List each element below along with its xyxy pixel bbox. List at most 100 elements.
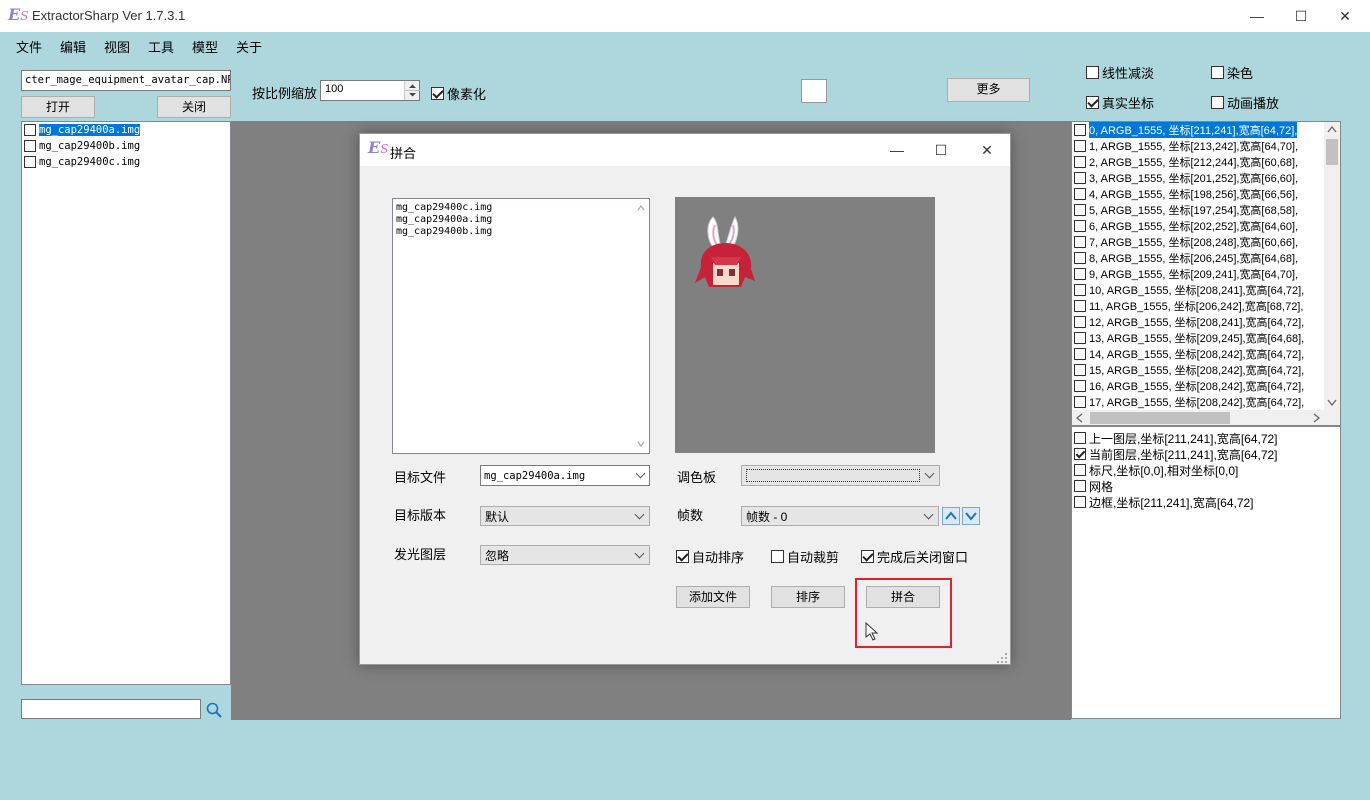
real-coords-option[interactable]: 真实坐标	[1086, 93, 1154, 112]
frame-list-hscroll[interactable]	[1072, 410, 1340, 425]
close-after-option[interactable]: 完成后关闭窗口	[861, 547, 968, 566]
close-after-checkbox[interactable]	[861, 550, 874, 563]
frame-checkbox[interactable]	[1074, 268, 1086, 280]
npk-path-field[interactable]: cter_mage_equipment_avatar_cap.NPK	[21, 70, 231, 91]
layer-checkbox[interactable]	[1074, 464, 1086, 476]
pixelate-option[interactable]: 像素化	[431, 84, 486, 103]
frame-checkbox[interactable]	[1074, 396, 1086, 408]
menu-view[interactable]: 视图	[104, 37, 130, 56]
dialog-minimize-button[interactable]: —	[874, 134, 920, 166]
frame-item[interactable]: 4, ARGB_1555, 坐标[198,256],宽高[66,56],	[1072, 186, 1324, 202]
frame-item[interactable]: 11, ARGB_1555, 坐标[206,242],宽高[68,72],	[1072, 298, 1324, 314]
animate-option[interactable]: 动画播放	[1211, 93, 1279, 112]
frame-item[interactable]: 15, ARGB_1555, 坐标[208,242],宽高[64,72],	[1072, 362, 1324, 378]
linear-fade-checkbox[interactable]	[1086, 66, 1099, 79]
auto-sort-checkbox[interactable]	[676, 550, 689, 563]
animate-checkbox[interactable]	[1211, 96, 1224, 109]
frame-item[interactable]: 17, ARGB_1555, 坐标[208,242],宽高[64,72],	[1072, 394, 1324, 410]
layer-item[interactable]: 网格	[1072, 478, 1340, 494]
merge-list-scrollbar[interactable]	[633, 199, 649, 453]
frame-item[interactable]: 7, ARGB_1555, 坐标[208,248],宽高[60,66],	[1072, 234, 1324, 250]
close-file-button[interactable]: 关闭	[157, 96, 231, 118]
frame-checkbox[interactable]	[1074, 252, 1086, 264]
scale-spinner[interactable]	[404, 81, 420, 100]
more-button[interactable]: 更多	[947, 78, 1030, 102]
glow-layer-select[interactable]: 忽略	[480, 545, 650, 565]
frame-checkbox[interactable]	[1074, 364, 1086, 376]
menu-model[interactable]: 模型	[192, 37, 218, 56]
frame-item[interactable]: 9, ARGB_1555, 坐标[209,241],宽高[64,70],	[1072, 266, 1324, 282]
menu-file[interactable]: 文件	[16, 37, 42, 56]
auto-sort-option[interactable]: 自动排序	[676, 547, 744, 566]
frame-checkbox[interactable]	[1074, 220, 1086, 232]
palette-select[interactable]	[741, 465, 940, 486]
layer-checkbox[interactable]	[1074, 496, 1086, 508]
frame-checkbox[interactable]	[1074, 188, 1086, 200]
close-window-button[interactable]: ✕	[1322, 0, 1368, 32]
frame-up-button[interactable]	[942, 507, 960, 525]
auto-crop-option[interactable]: 自动裁剪	[771, 547, 839, 566]
auto-crop-checkbox[interactable]	[771, 550, 784, 563]
color-swatch[interactable]	[801, 79, 827, 103]
frame-checkbox[interactable]	[1074, 348, 1086, 360]
frame-checkbox[interactable]	[1074, 204, 1086, 216]
target-file-select[interactable]: mg_cap29400a.img	[480, 465, 650, 486]
add-file-button[interactable]: 添加文件	[676, 586, 750, 608]
resize-grip-icon[interactable]	[996, 652, 1008, 664]
dialog-close-button[interactable]: ✕	[964, 134, 1010, 166]
layer-item[interactable]: 当前图层,坐标[211,241],宽高[64,72]	[1072, 446, 1340, 462]
minimize-button[interactable]: —	[1234, 0, 1280, 32]
menu-edit[interactable]: 编辑	[60, 37, 86, 56]
frame-item[interactable]: 14, ARGB_1555, 坐标[208,242],宽高[64,72],	[1072, 346, 1324, 362]
list-item[interactable]: mg_cap29400a.img	[22, 122, 230, 138]
frame-checkbox[interactable]	[1074, 124, 1086, 136]
dialog-maximize-button[interactable]: ☐	[918, 134, 964, 166]
frame-item[interactable]: 8, ARGB_1555, 坐标[206,245],宽高[64,68],	[1072, 250, 1324, 266]
frame-checkbox[interactable]	[1074, 156, 1086, 168]
list-item[interactable]: mg_cap29400b.img	[396, 226, 646, 238]
frame-checkbox[interactable]	[1074, 172, 1086, 184]
open-button[interactable]: 打开	[21, 96, 95, 118]
frame-item[interactable]: 2, ARGB_1555, 坐标[212,244],宽高[60,68],	[1072, 154, 1324, 170]
frame-item[interactable]: 10, ARGB_1555, 坐标[208,241],宽高[64,72],	[1072, 282, 1324, 298]
frame-checkbox[interactable]	[1074, 316, 1086, 328]
dye-option[interactable]: 染色	[1211, 63, 1253, 82]
frame-checkbox[interactable]	[1074, 300, 1086, 312]
file-checkbox[interactable]	[24, 156, 36, 168]
frame-checkbox[interactable]	[1074, 236, 1086, 248]
frame-item[interactable]: 1, ARGB_1555, 坐标[213,242],宽高[64,70],	[1072, 138, 1324, 154]
linear-fade-option[interactable]: 线性减淡	[1086, 63, 1154, 82]
frame-checkbox[interactable]	[1074, 284, 1086, 296]
list-item[interactable]: mg_cap29400c.img	[22, 154, 230, 170]
frame-list-vscroll[interactable]	[1324, 122, 1340, 410]
search-icon[interactable]	[205, 701, 223, 719]
frame-item[interactable]: 16, ARGB_1555, 坐标[208,242],宽高[64,72],	[1072, 378, 1324, 394]
frame-item[interactable]: 5, ARGB_1555, 坐标[197,254],宽高[68,58],	[1072, 202, 1324, 218]
layer-item[interactable]: 上一图层,坐标[211,241],宽高[64,72]	[1072, 430, 1340, 446]
frame-down-button[interactable]	[962, 507, 980, 525]
frame-item[interactable]: 13, ARGB_1555, 坐标[209,245],宽高[64,68],	[1072, 330, 1324, 346]
layer-item[interactable]: 标尺,坐标[0,0],相对坐标[0,0]	[1072, 462, 1340, 478]
layer-checkbox[interactable]	[1074, 432, 1086, 444]
frame-checkbox[interactable]	[1074, 380, 1086, 392]
frame-item[interactable]: 3, ARGB_1555, 坐标[201,252],宽高[66,60],	[1072, 170, 1324, 186]
frame-item[interactable]: 6, ARGB_1555, 坐标[202,252],宽高[64,60],	[1072, 218, 1324, 234]
sort-button[interactable]: 排序	[771, 586, 845, 608]
frame-checkbox[interactable]	[1074, 140, 1086, 152]
file-checkbox[interactable]	[24, 140, 36, 152]
frame-checkbox[interactable]	[1074, 332, 1086, 344]
list-item[interactable]: mg_cap29400b.img	[22, 138, 230, 154]
layer-checkbox[interactable]	[1074, 480, 1086, 492]
list-item[interactable]: mg_cap29400a.img	[396, 214, 646, 226]
search-input[interactable]	[21, 699, 201, 719]
file-checkbox[interactable]	[24, 124, 36, 136]
pixelate-checkbox[interactable]	[431, 87, 444, 100]
target-version-select[interactable]: 默认	[480, 506, 650, 526]
menu-about[interactable]: 关于	[236, 37, 262, 56]
list-item[interactable]: mg_cap29400c.img	[396, 202, 646, 214]
maximize-button[interactable]: ☐	[1278, 0, 1324, 32]
frame-item[interactable]: 0, ARGB_1555, 坐标[211,241],宽高[64,72],	[1072, 122, 1324, 138]
layer-checkbox[interactable]	[1074, 448, 1086, 460]
menu-tools[interactable]: 工具	[148, 37, 174, 56]
layer-item[interactable]: 边框,坐标[211,241],宽高[64,72]	[1072, 494, 1340, 510]
